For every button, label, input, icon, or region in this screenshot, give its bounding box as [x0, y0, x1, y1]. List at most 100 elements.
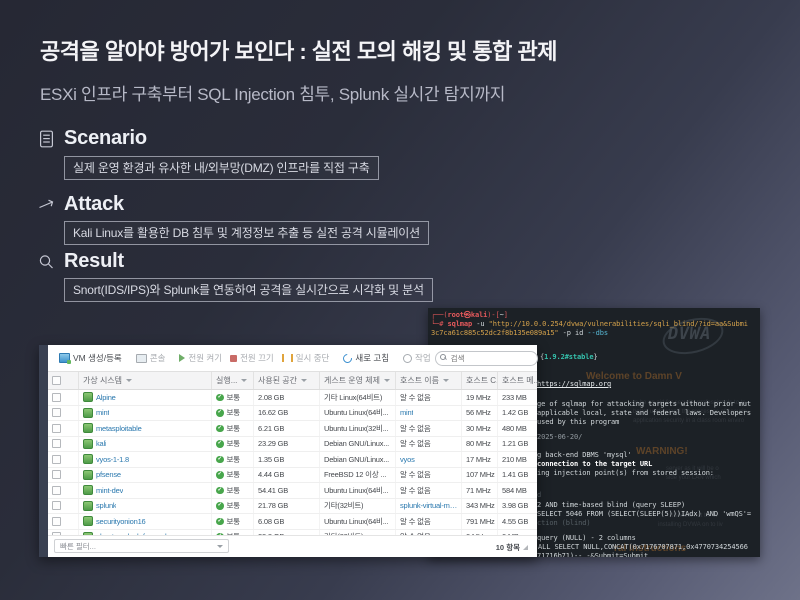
- row-checkbox[interactable]: [52, 393, 61, 402]
- status-cell: ✓보통: [211, 421, 253, 436]
- vm-table-body: Alpine✓보통2.08 GB기타 Linux(64비트)알 수 없음19 M…: [48, 390, 537, 535]
- toolbar-button-suspend[interactable]: 일시 중단: [282, 352, 330, 364]
- guest-os-cell: Ubuntu Linux(32비...: [319, 421, 395, 436]
- row-checkbox[interactable]: [52, 470, 61, 479]
- table-row[interactable]: kali✓보통23.29 GBDebian GNU/Linux...알 수 없음…: [48, 437, 537, 453]
- vm-icon: [83, 392, 93, 402]
- document-icon: [38, 130, 55, 148]
- vm-icon: [83, 439, 93, 449]
- table-row[interactable]: mint✓보통16.62 GBUbuntu Linux(64비...mint56…: [48, 406, 537, 422]
- vm-name-link[interactable]: splunk: [96, 501, 116, 510]
- console-icon: [136, 354, 147, 363]
- column-header-label: 실행...: [216, 375, 237, 386]
- column-header[interactable]: 실행...: [211, 372, 253, 389]
- status-label: 보통: [227, 500, 240, 511]
- table-row[interactable]: splunk✓보통21.78 GB기타(32비트)splunk-virtual-…: [48, 499, 537, 515]
- vm-table-header: 가상 시스템 실행... 사용된 공간 게스트 운영 체제호스트 이름호스트 C...…: [48, 371, 537, 390]
- terminal-line: └─# sqlmap -u "http://10.0.0.254/dvwa/vu…: [431, 320, 748, 328]
- column-header-label: 사용된 공간: [258, 375, 297, 386]
- toolbar-button-actions[interactable]: 작업: [403, 352, 431, 364]
- row-checkbox-cell: [48, 421, 78, 436]
- vm-name-link[interactable]: Alpine: [96, 393, 116, 402]
- terminal-line: ing injection point(s) from stored sessi…: [537, 469, 714, 477]
- host-name-link[interactable]: vyos: [400, 455, 415, 464]
- suspend-icon: [282, 354, 293, 362]
- used-space-cell: 16.62 GB: [253, 406, 319, 421]
- table-row[interactable]: securityonion16✓보통6.08 GBUbuntu Linux(64…: [48, 514, 537, 530]
- status-label: 보통: [227, 407, 240, 418]
- column-header[interactable]: 호스트 이름: [395, 372, 461, 389]
- toolbar-label: 새로 고침: [355, 352, 389, 364]
- vm-name-cell: splunk: [78, 499, 211, 514]
- vm-icon: [83, 454, 93, 464]
- page-subtitle: ESXi 인프라 구축부터 SQL Injection 침투, Splunk 실…: [40, 80, 505, 105]
- vm-icon: [83, 485, 93, 495]
- row-checkbox[interactable]: [52, 486, 61, 495]
- toolbar-button-console[interactable]: 콘솔: [136, 352, 166, 364]
- section-scenario: Scenario: [38, 127, 147, 150]
- vm-name-link[interactable]: kali: [96, 439, 106, 448]
- host-name-link[interactable]: splunk-virtual-mac...: [400, 501, 461, 510]
- vm-toolbar: VM 생성/등록 콘솔 전원 켜기 전원 끄기 일시 중단 새로 고침 작업: [48, 345, 537, 371]
- terminal-line: {1.9.2#stable}: [540, 353, 598, 361]
- vm-name-link[interactable]: mint: [96, 408, 109, 417]
- vm-name-link[interactable]: mint-dev: [96, 486, 123, 495]
- column-header[interactable]: 게스트 운영 체제: [319, 372, 395, 389]
- status-cell: ✓보통: [211, 406, 253, 421]
- row-checkbox[interactable]: [52, 517, 61, 526]
- quick-filter-dropdown[interactable]: 빠른 필터...: [54, 539, 229, 553]
- row-checkbox[interactable]: [52, 501, 61, 510]
- toolbar-button-power-off[interactable]: 전원 끄기: [230, 352, 274, 364]
- guest-os-cell: Ubuntu Linux(64비...: [319, 406, 395, 421]
- vm-name-cell: Alpine: [78, 390, 211, 405]
- toolbar-button-power-on[interactable]: 전원 켜기: [179, 352, 222, 364]
- status-label: 보통: [227, 423, 240, 434]
- table-row[interactable]: metasploitable✓보통6.21 GBUbuntu Linux(32비…: [48, 421, 537, 437]
- vm-name-cell: securityonion16: [78, 514, 211, 529]
- toolbar-button-refresh[interactable]: 새로 고침: [343, 352, 389, 364]
- column-header[interactable]: 가상 시스템: [78, 372, 211, 389]
- status-cell: ✓보통: [211, 437, 253, 452]
- host-cpu-cell: 17 MHz: [461, 452, 497, 467]
- toolbar-button-vm-create[interactable]: VM 생성/등록: [59, 352, 122, 364]
- status-ok-icon: ✓: [216, 409, 224, 417]
- guest-os-cell: Debian GNU/Linux...: [319, 437, 395, 452]
- host-cpu-cell: 56 MHz: [461, 406, 497, 421]
- host-name-cell: 알 수 없음: [395, 421, 461, 436]
- vm-name-cell: kali: [78, 437, 211, 452]
- vm-name-link[interactable]: securityonion16: [96, 517, 146, 526]
- section-title: Attack: [64, 193, 124, 216]
- row-checkbox[interactable]: [52, 455, 61, 464]
- table-row[interactable]: Alpine✓보통2.08 GB기타 Linux(64비트)알 수 없음19 M…: [48, 390, 537, 406]
- table-row[interactable]: vyos-1-1.8✓보통1.35 GBDebian GNU/Linux...v…: [48, 452, 537, 468]
- column-header[interactable]: 호스트 메...: [497, 372, 537, 389]
- select-all-checkbox[interactable]: [52, 376, 61, 385]
- host-name-cell: mint: [395, 406, 461, 421]
- host-mem-cell: 233 MB: [497, 390, 537, 405]
- vm-name-link[interactable]: metasploitable: [96, 424, 142, 433]
- chevron-down-icon: [443, 379, 449, 382]
- terminal-line: SELECT 5046 FROM (SELECT(SLEEP(5)))IAdx)…: [537, 510, 751, 518]
- column-header[interactable]: 사용된 공간: [253, 372, 319, 389]
- row-checkbox[interactable]: [52, 408, 61, 417]
- row-checkbox[interactable]: [52, 439, 61, 448]
- row-checkbox-cell: [48, 390, 78, 405]
- status-ok-icon: ✓: [216, 487, 224, 495]
- status-cell: ✓보통: [211, 514, 253, 529]
- search-input[interactable]: [435, 351, 538, 366]
- row-checkbox-cell: [48, 499, 78, 514]
- column-header[interactable]: 호스트 C...: [461, 372, 497, 389]
- host-name-link[interactable]: mint: [400, 408, 413, 417]
- status-label: 보통: [227, 469, 240, 480]
- table-row[interactable]: pfsense✓보통4.44 GBFreeBSD 12 이상 ...알 수 없음…: [48, 468, 537, 484]
- row-checkbox[interactable]: [52, 424, 61, 433]
- row-checkbox-cell: [48, 514, 78, 529]
- used-space-cell: 2.08 GB: [253, 390, 319, 405]
- resize-handle-icon[interactable]: [523, 545, 528, 550]
- vm-sidebar-strip: [39, 345, 48, 557]
- table-row[interactable]: mint-dev✓보통54.41 GBUbuntu Linux(64비...알 …: [48, 483, 537, 499]
- vm-name-link[interactable]: pfsense: [96, 470, 121, 479]
- esxi-vm-window: VM 생성/등록 콘솔 전원 켜기 전원 끄기 일시 중단 새로 고침 작업 가상 시스템 실…: [39, 345, 537, 557]
- vm-name-link[interactable]: vyos-1-1.8: [96, 455, 129, 464]
- status-ok-icon: ✓: [216, 471, 224, 479]
